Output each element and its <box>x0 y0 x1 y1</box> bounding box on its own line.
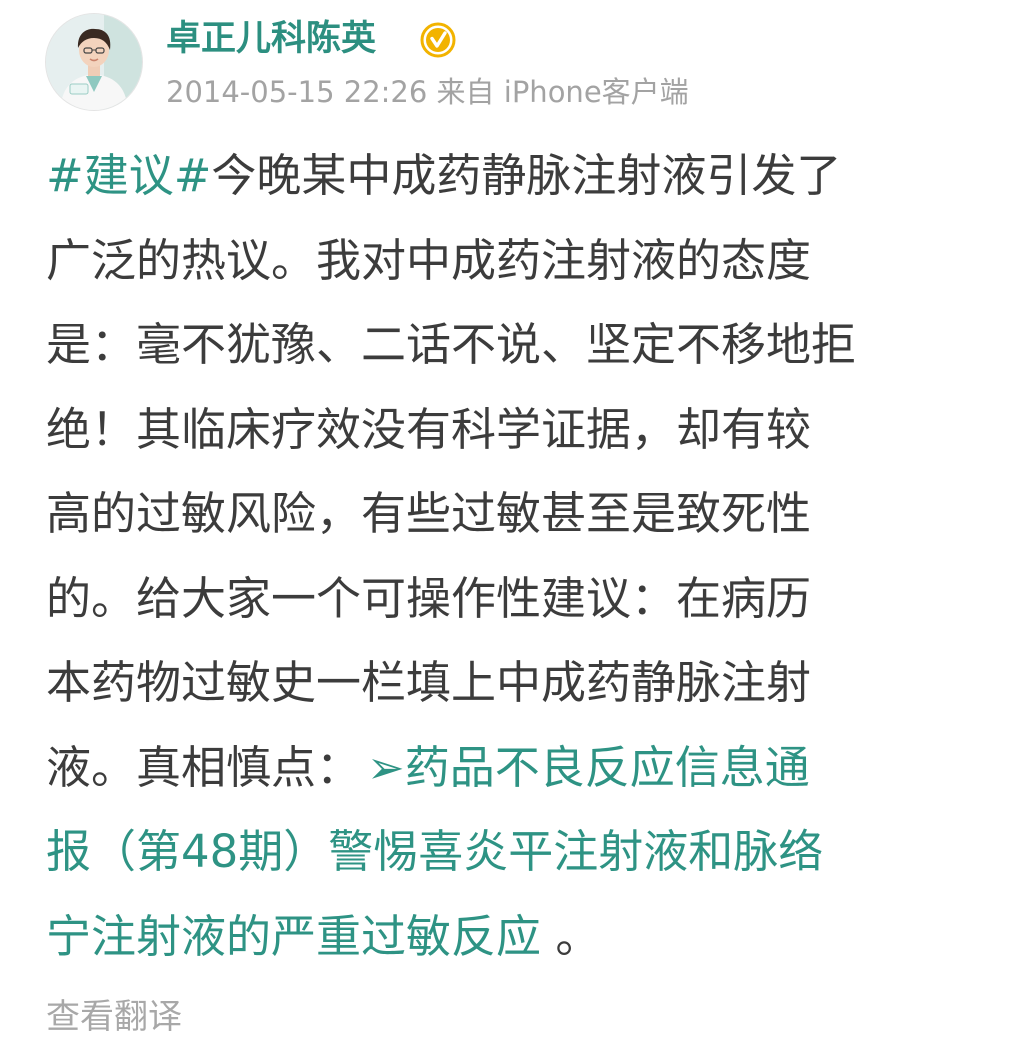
post-body: #建议#今晚某中成药静脉注射液引发了 广泛的热议。我对中成药注射液的态度 是：毫… <box>46 134 1023 979</box>
post-line: 本药物过敏史一栏填上中成药静脉注射 <box>46 656 812 709</box>
post-source: 来自 iPhone客户端 <box>436 75 689 109</box>
post-header: 卓正儿科陈英 2014-05-15 22:26 来自 iPhone客户端 <box>0 0 1023 120</box>
post-end-punctuation: 。 <box>541 909 601 963</box>
post-meta: 2014-05-15 22:26 来自 iPhone客户端 <box>166 72 689 112</box>
article-link-continued[interactable]: 报（第48期）警惕喜炎平注射液和脉络 <box>46 810 1023 895</box>
post-line: 宁注射液的严重过敏反应 。 <box>46 895 1023 980</box>
translate-button[interactable]: 查看翻译 <box>46 992 182 1042</box>
post-text: 今晚某中成药静脉注射液引发了 <box>211 149 842 202</box>
post-line: #建议#今晚某中成药静脉注射液引发了 <box>46 134 1023 219</box>
post-line: 绝！其临床疗效没有科学证据，却有较 <box>46 402 812 456</box>
post-line: 广泛的热议。我对中成药注射液的态度 <box>46 233 812 287</box>
doctor-avatar-icon <box>46 14 142 110</box>
article-link[interactable]: 药品不良反应信息通 <box>405 741 810 794</box>
post-text: 液。真相慎点： <box>46 740 362 794</box>
hashtag-link[interactable]: #建议# <box>46 149 211 202</box>
author-avatar[interactable] <box>46 14 142 110</box>
post-timestamp: 2014-05-15 22:26 <box>166 75 428 109</box>
author-name[interactable]: 卓正儿科陈英 <box>166 16 376 62</box>
post-line: 高的过敏风险，有些过敏甚至是致死性 <box>46 487 812 540</box>
article-link-continued[interactable]: 宁注射液的严重过敏反应 <box>46 910 541 963</box>
link-arrow-icon: ➢ <box>367 740 405 794</box>
post-line: 是：毫不犹豫、二话不说、坚定不移地拒 <box>46 318 857 371</box>
verified-badge-icon <box>420 22 456 58</box>
post-line: 的。给大家一个可操作性建议：在病历 <box>46 571 812 625</box>
post-line: 液。真相慎点： ➢药品不良反应信息通 <box>46 726 1023 811</box>
